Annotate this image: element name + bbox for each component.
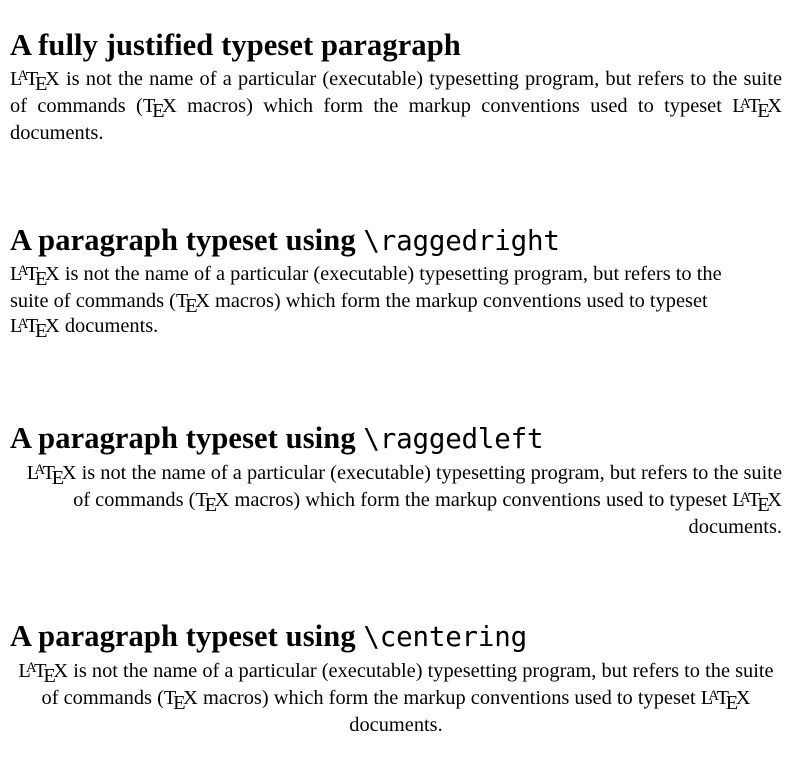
section-heading-fully-justified: A fully justified typeset paragraph <box>10 30 461 61</box>
tex-logo: TEX <box>176 290 210 317</box>
latex-logo: LATEX <box>732 489 782 516</box>
latex-logo: LATEX <box>10 263 60 290</box>
paragraph-raggedright: LATEX is not the name of a particular (e… <box>10 262 752 342</box>
latex-logo-a: A <box>34 462 45 479</box>
latex-logo-x: X <box>45 263 60 285</box>
heading-text-plain: A paragraph typeset using <box>10 619 364 654</box>
latex-logo-a: A <box>26 660 37 677</box>
heading-text-plain: A fully justified typeset paragraph <box>10 28 461 63</box>
paragraph-segment-3: documents. <box>688 516 782 539</box>
latex-logo-e: E <box>43 664 56 687</box>
latex-logo-e: E <box>34 320 48 343</box>
paragraph-segment-3: documents. <box>349 714 443 737</box>
tex-logo-e: E <box>152 99 165 122</box>
heading-text-macro: \centering <box>363 621 527 654</box>
latex-logo-e: E <box>34 72 48 95</box>
paragraph-centering: LATEX is not the name of a particular (e… <box>10 659 782 739</box>
latex-logo-x: X <box>45 68 60 90</box>
heading-text-macro: \raggedleft <box>363 423 544 456</box>
section-heading-raggedleft: A paragraph typeset using \raggedleft <box>10 421 544 456</box>
heading-text-plain: A paragraph typeset using <box>10 223 364 258</box>
latex-logo: LATEX <box>10 315 60 342</box>
tex-logo-e: E <box>173 691 186 714</box>
latex-logo: LATEX <box>701 687 751 714</box>
paragraph-segment-2: macros) which form the markup convention… <box>176 95 733 118</box>
heading-text-plain: A paragraph typeset using <box>10 421 364 456</box>
tex-logo-e: E <box>185 294 198 317</box>
tex-logo: TEX <box>195 489 229 516</box>
latex-logo-x: X <box>45 315 60 338</box>
latex-logo-a: A <box>17 263 29 280</box>
paragraph-segment-2: macros) which form the markup convention… <box>197 687 701 710</box>
tex-logo: TEX <box>143 95 177 122</box>
latex-logo-a: A <box>17 315 29 332</box>
section-heading-raggedright: A paragraph typeset using \raggedright <box>10 225 560 256</box>
section-heading-centering: A paragraph typeset using \centering <box>10 621 527 652</box>
paragraph-segment-3: documents. <box>10 122 104 145</box>
latex-logo: LATEX <box>732 95 782 122</box>
paragraph-fully-justified: LATEX is not the name of a particular (e… <box>10 67 782 147</box>
latex-logo-a: A <box>17 68 29 85</box>
latex-logo-e: E <box>757 493 770 516</box>
latex-logo-e: E <box>757 99 770 122</box>
document-page: A fully justified typeset paragraph LATE… <box>0 0 793 762</box>
tex-logo: TEX <box>164 687 198 714</box>
latex-logo-e: E <box>34 267 48 290</box>
latex-logo-a: A <box>708 687 719 704</box>
paragraph-raggedleft: LATEX is not the name of a particular (e… <box>10 461 782 541</box>
latex-logo-e: E <box>725 691 739 714</box>
latex-logo-a: A <box>739 95 751 112</box>
latex-logo: LATEX <box>27 462 77 489</box>
latex-logo: LATEX <box>10 68 60 95</box>
paragraph-segment-2: macros) which form the markup convention… <box>209 290 708 313</box>
heading-text-macro: \raggedright <box>363 225 560 258</box>
latex-logo-a: A <box>739 489 751 506</box>
latex-logo: LATEX <box>18 660 68 687</box>
latex-logo-e: E <box>51 466 65 489</box>
paragraph-segment-3: documents. <box>59 315 159 338</box>
tex-logo-e: E <box>204 493 218 516</box>
paragraph-segment-2: macros) which form the markup convention… <box>229 489 733 512</box>
